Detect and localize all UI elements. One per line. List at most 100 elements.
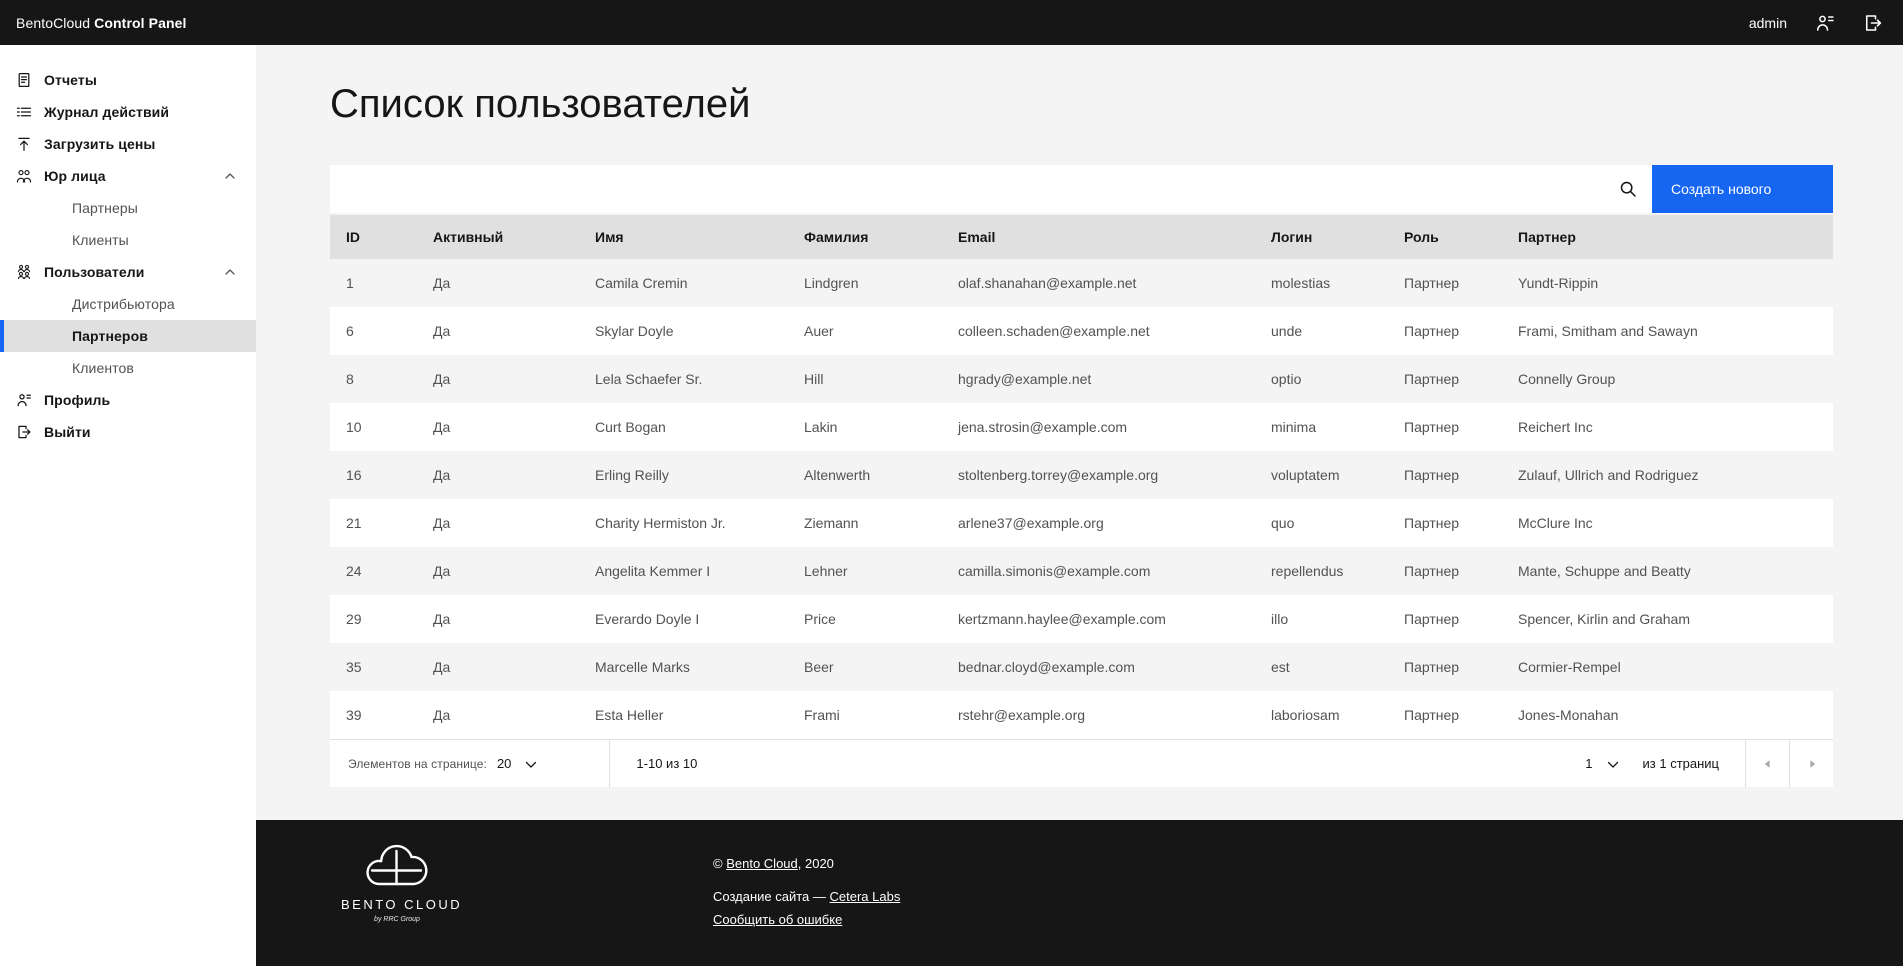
- search-icon[interactable]: [1619, 180, 1637, 198]
- next-page-button[interactable]: [1789, 740, 1833, 787]
- cell-login: laboriosam: [1255, 691, 1388, 739]
- sidebar-item-label: Пользователи: [44, 264, 144, 280]
- cell-first_name: Marcelle Marks: [579, 643, 788, 691]
- pages-label: из 1 страниц: [1643, 756, 1719, 771]
- table-row[interactable]: 1ДаCamila CreminLindgrenolaf.shanahan@ex…: [330, 259, 1833, 307]
- cell-email: jena.strosin@example.com: [942, 403, 1255, 451]
- cell-partner: Zulauf, Ullrich and Rodriguez: [1502, 451, 1833, 499]
- table-body: 1ДаCamila CreminLindgrenolaf.shanahan@ex…: [330, 259, 1833, 739]
- cell-login: optio: [1255, 355, 1388, 403]
- page-value: 1: [1585, 756, 1592, 771]
- partnership-icon: [16, 168, 32, 184]
- column-header-id: ID: [330, 215, 417, 259]
- column-header-email: Email: [942, 215, 1255, 259]
- column-header-role: Роль: [1388, 215, 1502, 259]
- table-row[interactable]: 16ДаErling ReillyAltenwerthstoltenberg.t…: [330, 451, 1833, 499]
- search-box: [330, 165, 1652, 213]
- pagination-divider: [609, 740, 610, 787]
- sidebar-item-upload-prices[interactable]: Загрузить цены: [0, 128, 256, 160]
- cell-partner: Yundt-Rippin: [1502, 259, 1833, 307]
- sidebar-item-partners[interactable]: Партнеры: [0, 192, 256, 224]
- search-input[interactable]: [330, 165, 1652, 213]
- cell-login: illo: [1255, 595, 1388, 643]
- sidebar-item-action-journal[interactable]: Журнал действий: [0, 96, 256, 128]
- cell-login: voluptatem: [1255, 451, 1388, 499]
- items-per-page-select[interactable]: 20: [497, 756, 537, 771]
- sidebar-item-reports[interactable]: Отчеты: [0, 64, 256, 96]
- logout-icon: [16, 424, 32, 440]
- table-row[interactable]: 21ДаCharity Hermiston Jr.Ziemannarlene37…: [330, 499, 1833, 547]
- user-profile-icon: [16, 392, 32, 408]
- cell-role: Партнер: [1388, 355, 1502, 403]
- sidebar-item-profile[interactable]: Профиль: [0, 384, 256, 416]
- table-row[interactable]: 24ДаAngelita Kemmer ILehnercamilla.simon…: [330, 547, 1833, 595]
- copyright-suffix: , 2020: [798, 856, 834, 871]
- table-row[interactable]: 35ДаMarcelle MarksBeerbednar.cloyd@examp…: [330, 643, 1833, 691]
- cell-last_name: Ziemann: [788, 499, 942, 547]
- column-header-partner: Партнер: [1502, 215, 1833, 259]
- sidebar-item-label: Отчеты: [44, 72, 97, 88]
- footer: BENTO CLOUD by RRC Group © Bento Cloud, …: [256, 820, 1903, 966]
- cell-id: 6: [330, 307, 417, 355]
- sidebar-item-client-users[interactable]: Клиентов: [0, 352, 256, 384]
- bento-cloud-link[interactable]: Bento Cloud: [726, 856, 798, 871]
- table-header: IDАктивныйИмяФамилияEmailЛогинРольПартне…: [330, 215, 1833, 259]
- cell-login: unde: [1255, 307, 1388, 355]
- cell-role: Партнер: [1388, 403, 1502, 451]
- table-row[interactable]: 10ДаCurt BoganLakinjena.strosin@example.…: [330, 403, 1833, 451]
- cell-last_name: Hill: [788, 355, 942, 403]
- page-select[interactable]: 1: [1585, 756, 1618, 771]
- cell-role: Партнер: [1388, 499, 1502, 547]
- items-per-page-label: Элементов на странице:: [348, 757, 487, 771]
- sidebar-item-partner-users[interactable]: Партнеров: [0, 320, 256, 352]
- cell-active: Да: [417, 307, 579, 355]
- cetera-labs-link[interactable]: Cetera Labs: [830, 889, 901, 904]
- chevron-up-icon[interactable]: [224, 170, 236, 182]
- app-brand: BentoCloud Control Panel: [16, 15, 186, 31]
- app-shell: Отчеты Журнал действий Загрузить цены Юр ли…: [0, 45, 1903, 966]
- footer-logo-subtitle: by RRC Group: [341, 916, 453, 923]
- cell-last_name: Lakin: [788, 403, 942, 451]
- sidebar-item-users[interactable]: Пользователи: [0, 256, 256, 288]
- caret-left-icon: [1760, 756, 1776, 772]
- report-icon: [16, 72, 32, 88]
- logout-icon[interactable]: [1863, 13, 1883, 33]
- sidebar-item-distributors[interactable]: Дистрибьютора: [0, 288, 256, 320]
- journal-icon: [16, 104, 32, 120]
- cell-role: Партнер: [1388, 547, 1502, 595]
- user-profile-icon[interactable]: [1815, 13, 1835, 33]
- cell-email: colleen.schaden@example.net: [942, 307, 1255, 355]
- prev-page-button[interactable]: [1745, 740, 1789, 787]
- content: Список пользователей Создать нового IDАк…: [330, 80, 1833, 820]
- cell-active: Да: [417, 595, 579, 643]
- cell-first_name: Everardo Doyle I: [579, 595, 788, 643]
- cell-active: Да: [417, 547, 579, 595]
- sidebar-item-label: Загрузить цены: [44, 136, 155, 152]
- cell-first_name: Skylar Doyle: [579, 307, 788, 355]
- sidebar-item-label: Выйти: [44, 424, 91, 440]
- cell-partner: Frami, Smitham and Sawayn: [1502, 307, 1833, 355]
- cell-active: Да: [417, 259, 579, 307]
- report-error-link[interactable]: Сообщить об ошибке: [713, 912, 842, 927]
- table-row[interactable]: 29ДаEverardo Doyle IPricekertzmann.hayle…: [330, 595, 1833, 643]
- cell-partner: Jones-Monahan: [1502, 691, 1833, 739]
- table-row[interactable]: 6ДаSkylar DoyleAuercolleen.schaden@examp…: [330, 307, 1833, 355]
- cell-email: bednar.cloyd@example.com: [942, 643, 1255, 691]
- sidebar-item-logout[interactable]: Выйти: [0, 416, 256, 448]
- sidebar-item-legal-entities[interactable]: Юр лица: [0, 160, 256, 192]
- sidebar: Отчеты Журнал действий Загрузить цены Юр ли…: [0, 45, 256, 966]
- cell-first_name: Camila Cremin: [579, 259, 788, 307]
- group-icon: [16, 264, 32, 280]
- upload-icon: [16, 136, 32, 152]
- table-row[interactable]: 8ДаLela Schaefer Sr.Hillhgrady@example.n…: [330, 355, 1833, 403]
- table-row[interactable]: 39ДаEsta HellerFramirstehr@example.orgla…: [330, 691, 1833, 739]
- chevron-down-icon: [1607, 761, 1619, 769]
- create-new-button[interactable]: Создать нового: [1652, 165, 1833, 213]
- sidebar-item-label: Профиль: [44, 392, 110, 408]
- cell-id: 21: [330, 499, 417, 547]
- cell-role: Партнер: [1388, 307, 1502, 355]
- cell-active: Да: [417, 643, 579, 691]
- chevron-up-icon[interactable]: [224, 266, 236, 278]
- sidebar-item-clients[interactable]: Клиенты: [0, 224, 256, 256]
- cell-login: est: [1255, 643, 1388, 691]
